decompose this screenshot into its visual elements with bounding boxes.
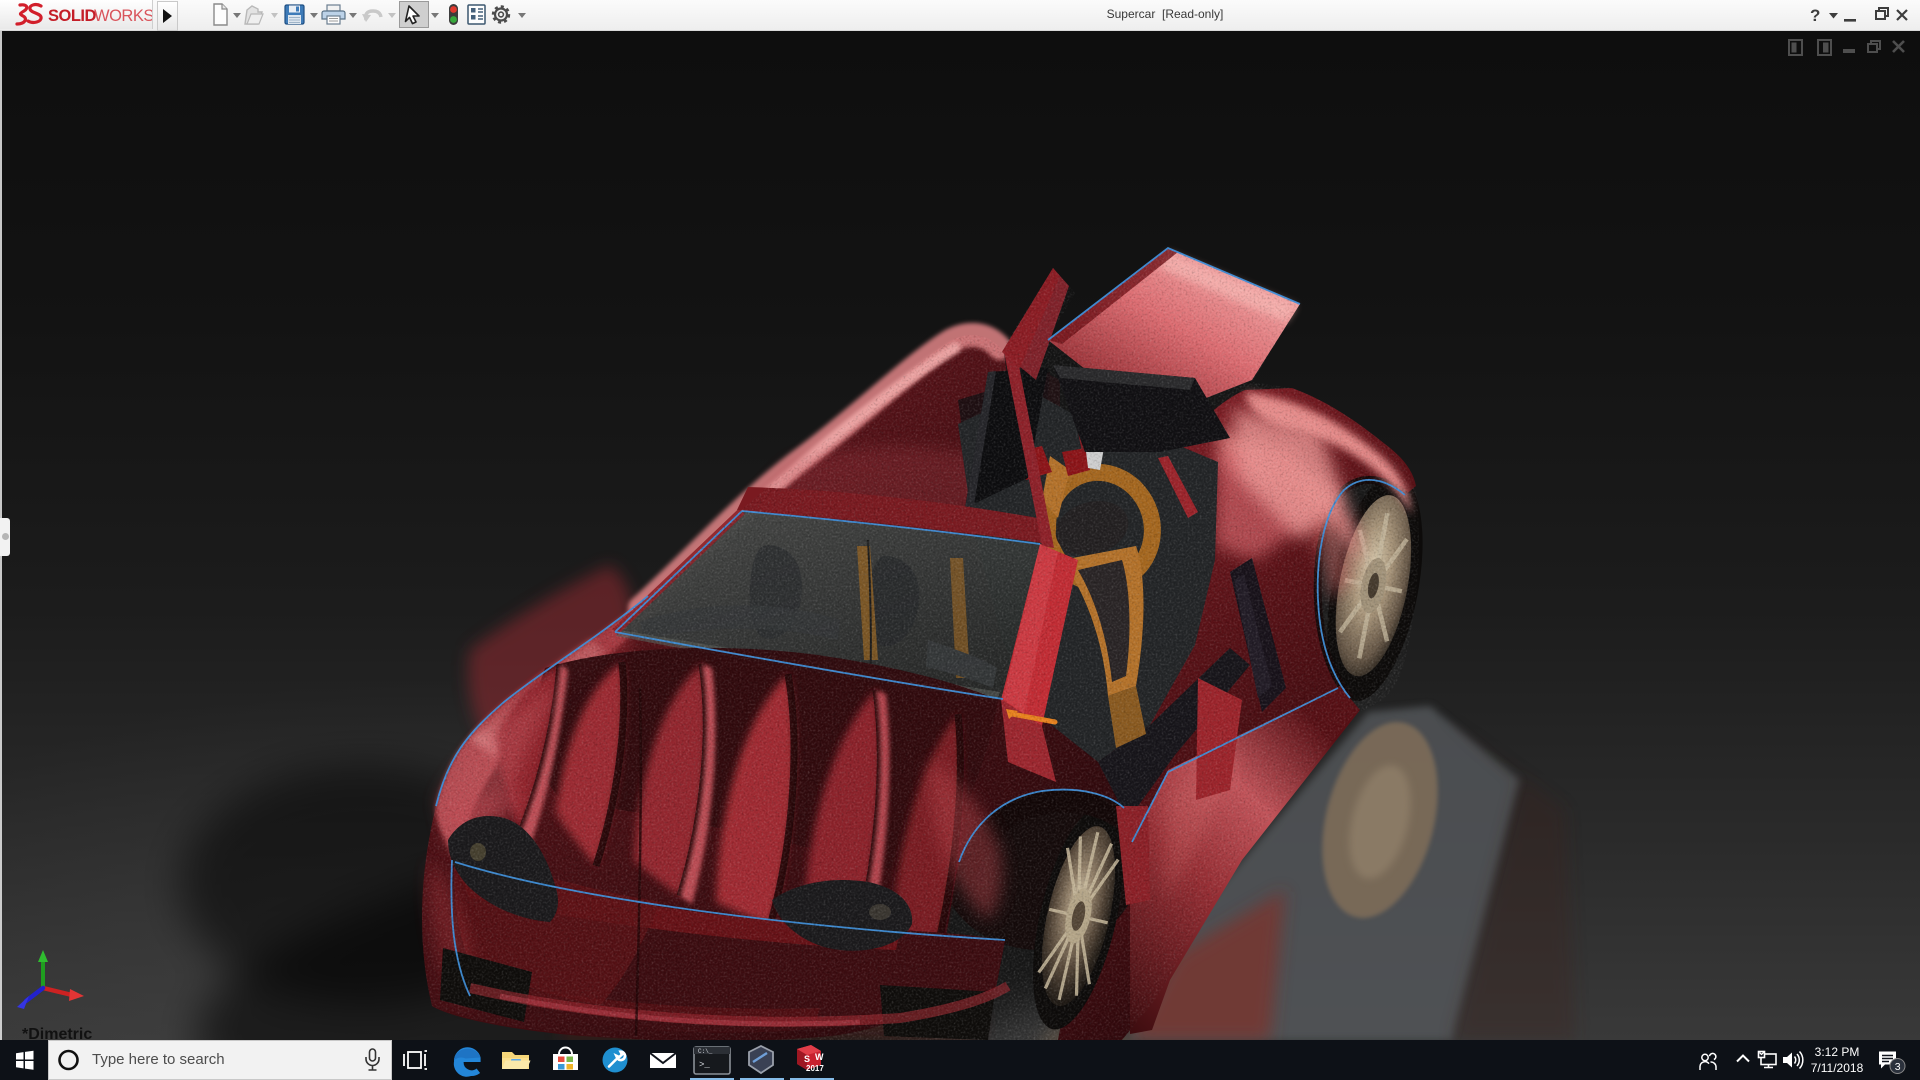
svg-text:?: ? xyxy=(1810,6,1820,25)
svg-text:2017: 2017 xyxy=(806,1064,824,1073)
svg-text:C:\_: C:\_ xyxy=(698,1048,713,1055)
svg-text:>_: >_ xyxy=(699,1060,710,1070)
svg-text:3: 3 xyxy=(1895,1061,1901,1073)
svg-text:W: W xyxy=(815,1052,824,1062)
svg-text:S: S xyxy=(804,1054,810,1064)
